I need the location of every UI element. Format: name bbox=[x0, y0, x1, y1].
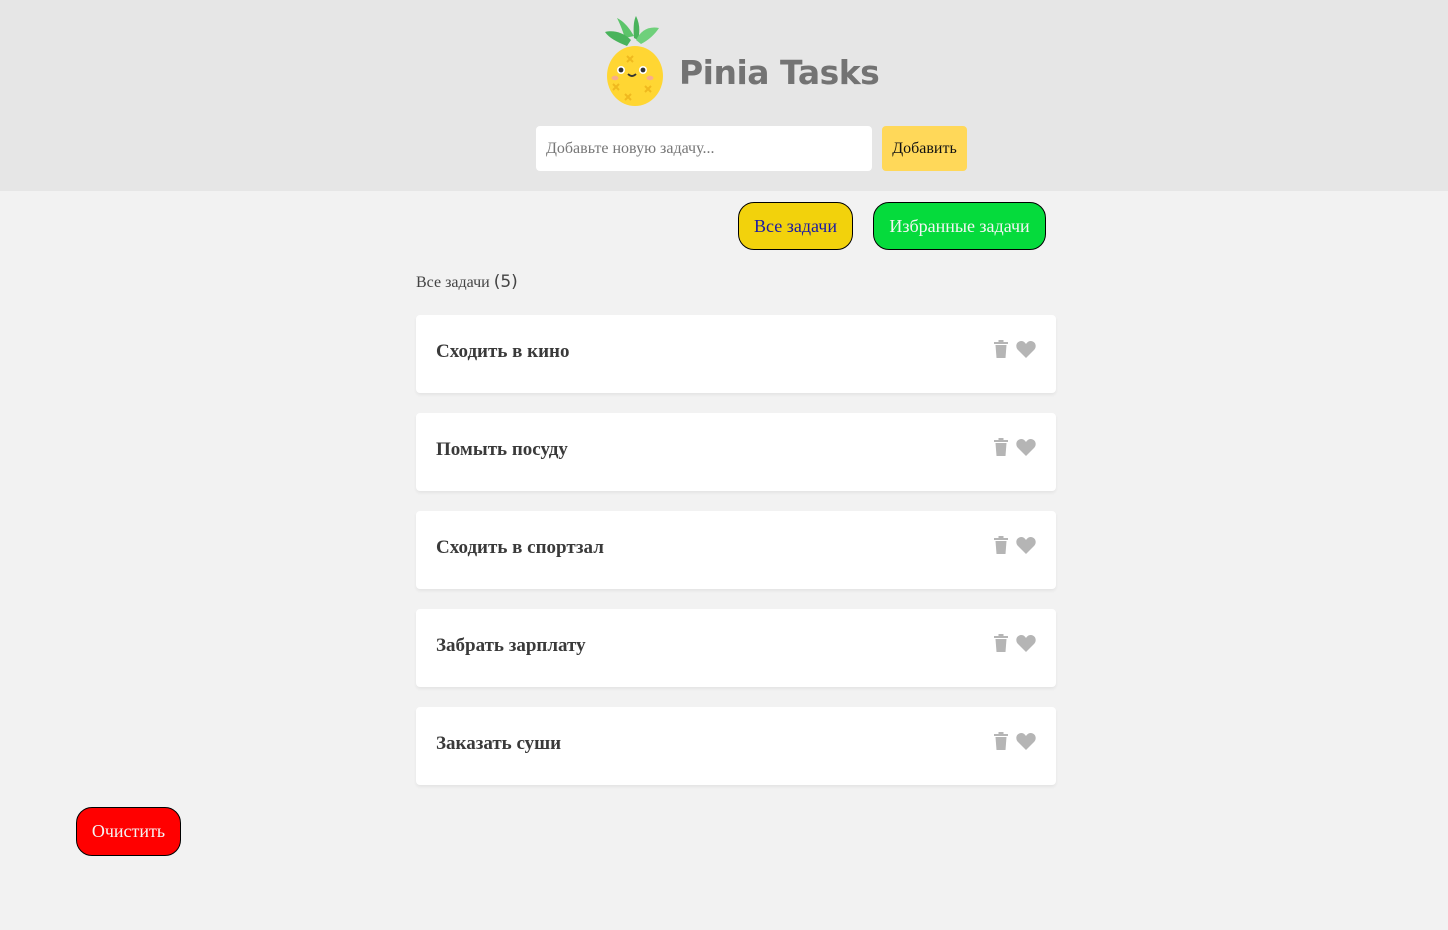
task-card: Забрать зарплату bbox=[416, 609, 1056, 687]
task-actions bbox=[994, 732, 1036, 750]
tasks-count-label: Все задачи bbox=[416, 274, 490, 291]
task-list: Сходить в кино Помыть посуду Сходить в с… bbox=[416, 315, 1056, 805]
task-actions bbox=[994, 438, 1036, 456]
add-task-button[interactable]: Добавить bbox=[882, 126, 967, 171]
task-title: Помыть посуду bbox=[436, 439, 568, 460]
heart-icon[interactable] bbox=[1016, 634, 1036, 652]
task-card: Заказать суши bbox=[416, 707, 1056, 785]
heart-icon[interactable] bbox=[1016, 732, 1036, 750]
task-card: Помыть посуду bbox=[416, 413, 1056, 491]
trash-icon[interactable] bbox=[994, 536, 1008, 554]
clear-tasks-button[interactable]: Очистить bbox=[76, 807, 181, 856]
heart-icon[interactable] bbox=[1016, 340, 1036, 358]
trash-icon[interactable] bbox=[994, 732, 1008, 750]
task-actions bbox=[994, 340, 1036, 358]
task-actions bbox=[994, 536, 1036, 554]
app-brand: Pinia Tasks bbox=[679, 53, 880, 92]
new-task-input[interactable] bbox=[536, 126, 872, 171]
trash-icon[interactable] bbox=[994, 634, 1008, 652]
task-title: Забрать зарплату bbox=[436, 635, 586, 656]
app-header: Pinia Tasks Добавить bbox=[0, 0, 1448, 191]
task-actions bbox=[994, 634, 1036, 652]
task-title: Сходить в кино bbox=[436, 341, 570, 362]
all-tasks-filter-button[interactable]: Все задачи bbox=[738, 202, 853, 250]
task-title: Сходить в спортзал bbox=[436, 537, 604, 558]
trash-icon[interactable] bbox=[994, 438, 1008, 456]
task-title: Заказать суши bbox=[436, 733, 562, 754]
trash-icon[interactable] bbox=[994, 340, 1008, 358]
heart-icon[interactable] bbox=[1016, 438, 1036, 456]
favorite-tasks-filter-button[interactable]: Избранные задачи bbox=[873, 202, 1046, 250]
tasks-count: Все задачи (5) bbox=[416, 270, 518, 295]
tasks-count-value: (5) bbox=[493, 272, 518, 292]
task-card: Сходить в кино bbox=[416, 315, 1056, 393]
pineapple-icon bbox=[605, 16, 663, 106]
task-card: Сходить в спортзал bbox=[416, 511, 1056, 589]
heart-icon[interactable] bbox=[1016, 536, 1036, 554]
